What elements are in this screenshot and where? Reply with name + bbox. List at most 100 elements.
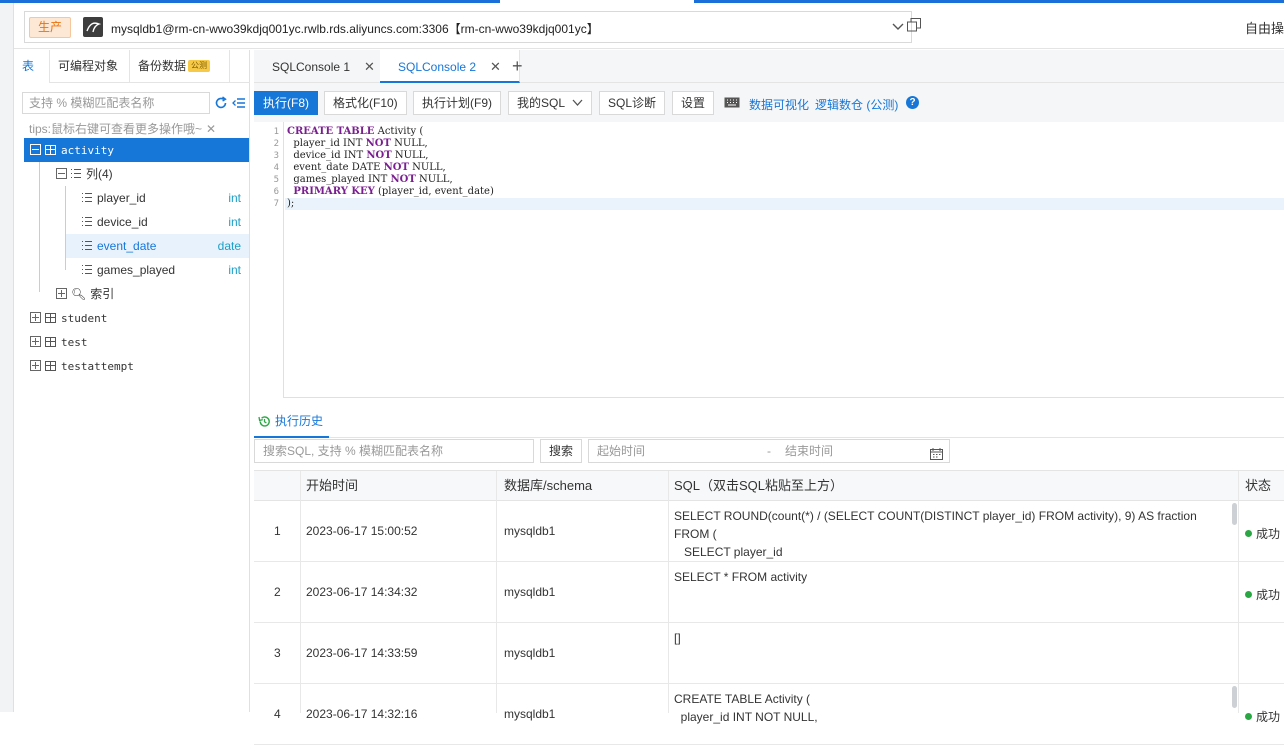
connection-string: mysqldb1@rm-cn-wwo39kdjq001yc.rwlb.rds.a… [111, 22, 599, 36]
tree-column-games-played[interactable]: games_played int [66, 258, 249, 282]
add-tab-icon[interactable]: + [512, 56, 523, 77]
new-window-icon[interactable] [906, 17, 922, 36]
tab-backup-data[interactable]: 备份数据 公测 [130, 50, 230, 83]
column-header-status[interactable]: 状态 [1245, 471, 1271, 501]
tab-tables[interactable]: 表 [14, 50, 50, 83]
sql-cell[interactable]: SELECT * FROM activity [674, 568, 1234, 586]
table-icon [45, 361, 56, 371]
tree-table-activity[interactable]: activity [24, 138, 249, 162]
chevron-down-icon[interactable] [891, 20, 905, 37]
beta-badge: 公测 [188, 60, 211, 72]
tab-sqlconsole-2[interactable]: SQLConsole 2 ✕ [380, 50, 520, 83]
env-badge: 生产 [29, 17, 72, 38]
close-icon[interactable]: ✕ [206, 122, 216, 136]
expand-box-icon[interactable] [30, 312, 41, 323]
end-time-input[interactable]: 结束时间 [785, 440, 833, 462]
date-range-separator: - [767, 444, 771, 458]
table-row[interactable]: 3 2023-06-17 14:33:59 mysqldb1 [] [254, 623, 1284, 684]
table-icon [45, 337, 56, 347]
status-badge: 成功 [1245, 708, 1280, 725]
code-line: PRIMARY KEY (player_id, event_date) [293, 186, 494, 197]
explain-plan-button[interactable]: 执行计划(F9) [413, 91, 501, 115]
column-icon [82, 217, 92, 226]
tree-column-event-date[interactable]: event_date date [66, 234, 249, 258]
sql-editor[interactable]: 1 2 3 4 5 6 7 CREATE TABLE Activity ( pl… [254, 122, 1284, 398]
collapse-box-icon[interactable] [56, 168, 67, 179]
data-visualization-link[interactable]: 数据可视化 [749, 96, 809, 113]
table-row[interactable]: 4 2023-06-17 14:32:16 mysqldb1 CREATE TA… [254, 684, 1284, 745]
tab-execution-history[interactable]: 执行历史 [254, 406, 330, 438]
keyboard-icon[interactable] [724, 97, 740, 111]
line-number-gutter: 1 2 3 4 5 6 7 [254, 122, 284, 398]
code-line: event_date DATE NOT NULL, [287, 162, 446, 173]
settings-button[interactable]: 设置 [672, 91, 715, 115]
tree-guide-line [39, 162, 40, 292]
code-line: CREATE TABLE Activity ( [287, 126, 424, 137]
logical-warehouse-link[interactable]: 逻辑数仓 (公测) [815, 96, 898, 113]
left-edge-panel [0, 3, 14, 712]
expand-box-icon[interactable] [56, 288, 67, 299]
tree-column-player-id[interactable]: player_id int [66, 186, 249, 210]
cell-scrollbar[interactable] [1232, 503, 1237, 525]
sql-cell[interactable]: [] [674, 629, 1234, 647]
mysql-icon [83, 17, 103, 37]
tree-table-test[interactable]: test [30, 330, 245, 354]
table-search-input[interactable]: 支持 % 模糊匹配表名称 [22, 92, 210, 114]
sidebar-tips: tips:鼠标右键可查看更多操作哦~ ✕ [29, 122, 217, 136]
my-sql-dropdown[interactable]: 我的SQL [508, 91, 593, 115]
object-sidebar: 表 可编程对象 备份数据 公测 支持 % 模糊匹配表名称 tips:鼠标右键可查看… [14, 50, 250, 712]
sql-cell[interactable]: CREATE TABLE Activity ( player_id INT NO… [674, 690, 1234, 726]
table-row[interactable]: 2 2023-06-17 14:34:32 mysqldb1 SELECT * … [254, 562, 1284, 623]
table-row[interactable]: 1 2023-06-17 15:00:52 mysqldb1 SELECT RO… [254, 501, 1284, 562]
code-line: games_played INT NOT NULL, [287, 174, 453, 185]
tree-table-student[interactable]: student [30, 306, 245, 330]
column-header-schema[interactable]: 数据库/schema [504, 471, 592, 501]
columns-icon [71, 169, 81, 178]
sidebar-tabs: 表 可编程对象 备份数据 公测 [14, 50, 250, 83]
sql-diagnose-button[interactable]: SQL诊断 [599, 91, 666, 115]
code-line: player_id INT NOT NULL, [287, 138, 428, 149]
history-search-button[interactable]: 搜索 [540, 439, 583, 463]
status-badge: 成功 [1245, 586, 1280, 603]
format-button[interactable]: 格式化(F10) [324, 91, 407, 115]
console-tabs: SQLConsole 1 ✕ SQLConsole 2 ✕ + [254, 50, 1284, 83]
cell-scrollbar[interactable] [1232, 686, 1237, 708]
date-range-picker[interactable]: 起始时间 - 结束时间 [588, 439, 950, 463]
tree-table-testattempt[interactable]: testattempt [30, 354, 245, 378]
tab-programmable-objects[interactable]: 可编程对象 [50, 50, 130, 83]
expand-box-icon[interactable] [30, 336, 41, 347]
result-tabs: 执行历史 [254, 406, 1284, 438]
free-operation-text[interactable]: 自由操 [1245, 18, 1284, 37]
close-icon[interactable]: ✕ [364, 59, 375, 74]
tree-columns-group[interactable]: 列(4) [56, 162, 246, 186]
code-line: ); [287, 198, 295, 209]
help-icon[interactable]: ? [906, 96, 919, 109]
table-icon [45, 145, 56, 155]
collapse-icon[interactable] [232, 96, 246, 113]
start-time-input[interactable]: 起始时间 [597, 440, 645, 462]
chevron-down-icon [572, 99, 583, 106]
history-search-input[interactable]: 搜索SQL, 支持 % 模糊匹配表名称 [254, 439, 534, 463]
close-icon[interactable]: ✕ [490, 59, 501, 74]
calendar-icon[interactable] [930, 445, 943, 467]
sql-cell[interactable]: SELECT ROUND(count(*) / (SELECT COUNT(DI… [674, 507, 1234, 561]
table-icon [45, 313, 56, 323]
status-badge: 成功 [1245, 525, 1280, 542]
execute-button[interactable]: 执行(F8) [254, 91, 318, 115]
connection-selector[interactable]: 生产 mysqldb1@rm-cn-wwo39kdjq001yc.rwlb.rd… [24, 11, 912, 43]
key-icon: 🔍︎ [71, 287, 87, 301]
tab-sqlconsole-1[interactable]: SQLConsole 1 ✕ [254, 50, 394, 83]
sql-console-area: SQLConsole 1 ✕ SQLConsole 2 ✕ + 执行(F8) 格式化… [254, 50, 1284, 745]
tree-index-group[interactable]: 🔍︎ 索引 [56, 282, 246, 306]
sql-toolbar: 执行(F8) 格式化(F10) 执行计划(F9) 我的SQL SQL诊断 设置 … [254, 83, 1284, 122]
table-header: 开始时间 数据库/schema SQL（双击SQL粘贴至上方） 状态 [254, 471, 1284, 501]
collapse-box-icon[interactable] [30, 144, 41, 155]
history-table: 开始时间 数据库/schema SQL（双击SQL粘贴至上方） 状态 1 202… [254, 470, 1284, 745]
tree-column-device-id[interactable]: device_id int [66, 210, 249, 234]
column-header-start-time[interactable]: 开始时间 [306, 471, 358, 501]
column-header-sql[interactable]: SQL（双击SQL粘贴至上方） [674, 471, 843, 501]
expand-box-icon[interactable] [30, 360, 41, 371]
column-icon [82, 265, 92, 274]
history-icon [258, 416, 270, 427]
refresh-icon[interactable] [214, 96, 228, 113]
